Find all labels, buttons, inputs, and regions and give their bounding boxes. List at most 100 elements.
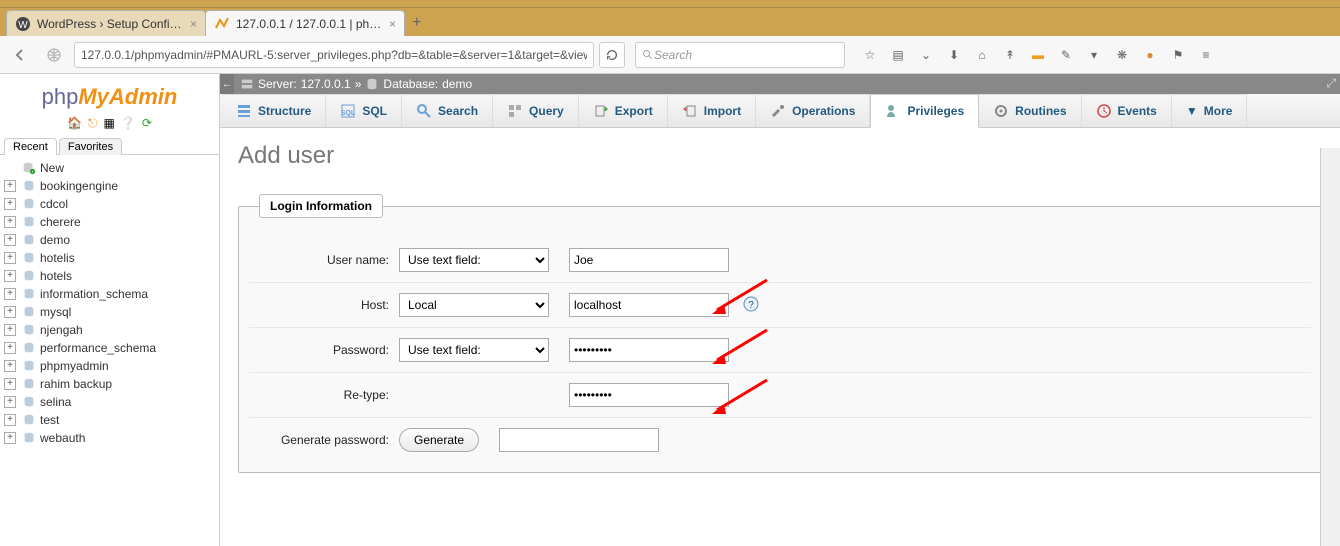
- tree-db-item[interactable]: +cherere: [0, 213, 219, 231]
- reload-button[interactable]: [599, 42, 625, 68]
- browser-search[interactable]: [635, 42, 845, 68]
- events-icon: [1096, 103, 1112, 119]
- query-icon: [507, 103, 523, 119]
- expand-icon[interactable]: +: [4, 414, 16, 426]
- expand-icon[interactable]: +: [4, 360, 16, 372]
- tab-query[interactable]: Query: [493, 94, 579, 127]
- expand-icon[interactable]: +: [4, 396, 16, 408]
- tree-db-item[interactable]: +performance_schema: [0, 339, 219, 357]
- globe-icon[interactable]: [40, 41, 68, 69]
- browser-tab-wordpress[interactable]: W WordPress › Setup Configurati... ×: [6, 10, 206, 36]
- sidebar-tab-recent[interactable]: Recent: [4, 138, 57, 155]
- database-icon: [22, 269, 36, 283]
- home-icon[interactable]: 🏠: [67, 116, 82, 131]
- tree-db-item[interactable]: +mysql: [0, 303, 219, 321]
- breadcrumb-server-link[interactable]: 127.0.0.1: [301, 77, 351, 91]
- readinglist-icon[interactable]: ▤: [889, 48, 907, 62]
- close-icon[interactable]: ×: [389, 17, 396, 31]
- host-input[interactable]: [569, 293, 729, 317]
- tab-events[interactable]: Events: [1082, 94, 1172, 127]
- eyedropper-icon[interactable]: ✎: [1057, 48, 1075, 62]
- retype-input[interactable]: [569, 383, 729, 407]
- generate-button[interactable]: Generate: [399, 428, 479, 452]
- new-db-icon: +: [22, 161, 36, 175]
- reload-nav-icon[interactable]: ⟳: [142, 116, 152, 131]
- scrollbar[interactable]: [1320, 148, 1340, 546]
- folder-icon[interactable]: ▬: [1029, 48, 1047, 62]
- expand-icon[interactable]: +: [4, 378, 16, 390]
- tab-sql[interactable]: SQLSQL: [326, 94, 402, 127]
- generated-password-input[interactable]: [499, 428, 659, 452]
- dot-icon[interactable]: ●: [1141, 48, 1159, 62]
- tree-db-item[interactable]: +bookingengine: [0, 177, 219, 195]
- password-input[interactable]: [569, 338, 729, 362]
- home-icon[interactable]: ⌂: [973, 48, 991, 62]
- flag-icon[interactable]: ⚑: [1169, 48, 1187, 62]
- tree-db-item[interactable]: +hotels: [0, 267, 219, 285]
- tab-operations[interactable]: Operations: [756, 94, 870, 127]
- login-information-fieldset: Login Information User name: Use text fi…: [238, 194, 1322, 473]
- back-button[interactable]: [6, 41, 34, 69]
- tab-export[interactable]: Export: [579, 94, 668, 127]
- phpmyadmin-logo[interactable]: phpMyAdmin: [0, 74, 219, 114]
- expand-icon[interactable]: +: [4, 252, 16, 264]
- structure-icon: [236, 103, 252, 119]
- browser-tab-phpmyadmin[interactable]: 127.0.0.1 / 127.0.0.1 | php... ×: [205, 10, 405, 36]
- tree-db-item[interactable]: +njengah: [0, 321, 219, 339]
- address-input[interactable]: [81, 48, 587, 62]
- tab-search[interactable]: Search: [402, 94, 493, 127]
- downloads-icon[interactable]: ⬇: [945, 48, 963, 62]
- bookmark-icon[interactable]: ☆: [861, 48, 879, 62]
- expand-icon[interactable]: ⤢: [1326, 76, 1336, 91]
- expand-icon[interactable]: +: [4, 198, 16, 210]
- tree-db-item[interactable]: +information_schema: [0, 285, 219, 303]
- database-icon: [22, 179, 36, 193]
- menu-icon[interactable]: ≡: [1197, 48, 1215, 62]
- tree-db-item[interactable]: +test: [0, 411, 219, 429]
- collapse-sidebar-button[interactable]: ←: [220, 74, 234, 94]
- query-icon[interactable]: ▦: [104, 116, 115, 131]
- address-bar[interactable]: [74, 42, 594, 68]
- settings-icon[interactable]: ❋: [1113, 48, 1131, 62]
- tree-new-item[interactable]: +New: [0, 159, 219, 177]
- tree-db-item[interactable]: +cdcol: [0, 195, 219, 213]
- breadcrumb-db-link[interactable]: demo: [442, 77, 472, 91]
- tree-db-item[interactable]: +webauth: [0, 429, 219, 447]
- close-icon[interactable]: ×: [190, 17, 197, 31]
- expand-icon[interactable]: +: [4, 216, 16, 228]
- tab-privileges[interactable]: Privileges: [870, 94, 979, 128]
- expand-icon[interactable]: +: [4, 234, 16, 246]
- expand-icon[interactable]: +: [4, 324, 16, 336]
- logout-icon[interactable]: ⎋: [88, 116, 98, 131]
- tab-structure[interactable]: Structure: [222, 94, 326, 127]
- expand-icon[interactable]: +: [4, 288, 16, 300]
- expand-icon[interactable]: +: [4, 342, 16, 354]
- host-mode-select[interactable]: Local: [399, 293, 549, 317]
- new-tab-button[interactable]: +: [404, 10, 429, 36]
- tree-db-item[interactable]: +phpmyadmin: [0, 357, 219, 375]
- tree-db-item[interactable]: +hotelis: [0, 249, 219, 267]
- sidebar-tab-favorites[interactable]: Favorites: [59, 138, 122, 155]
- tree-db-item[interactable]: +selina: [0, 393, 219, 411]
- database-icon: [22, 323, 36, 337]
- tab-more[interactable]: ▼More: [1172, 94, 1248, 127]
- expand-icon[interactable]: +: [4, 432, 16, 444]
- database-tree[interactable]: +New+bookingengine+cdcol+cherere+demo+ho…: [0, 155, 219, 546]
- tab-import[interactable]: Import: [668, 94, 756, 127]
- row-host: Host: Local ?: [249, 282, 1311, 327]
- dropdown-icon[interactable]: ▾: [1085, 48, 1103, 62]
- pin-icon[interactable]: ↟: [1001, 48, 1019, 62]
- password-mode-select[interactable]: Use text field:: [399, 338, 549, 362]
- browser-search-input[interactable]: [654, 48, 838, 62]
- username-mode-select[interactable]: Use text field:: [399, 248, 549, 272]
- tab-routines[interactable]: Routines: [979, 94, 1081, 127]
- username-input[interactable]: [569, 248, 729, 272]
- expand-icon[interactable]: +: [4, 306, 16, 318]
- expand-icon[interactable]: +: [4, 270, 16, 282]
- docs-icon[interactable]: ❔: [121, 116, 136, 131]
- tree-db-item[interactable]: +demo: [0, 231, 219, 249]
- tree-db-item[interactable]: +rahim backup: [0, 375, 219, 393]
- sidebar: phpMyAdmin 🏠 ⎋ ▦ ❔ ⟳ Recent Favorites +N…: [0, 74, 220, 546]
- pocket-icon[interactable]: ⌄: [917, 48, 935, 62]
- expand-icon[interactable]: +: [4, 180, 16, 192]
